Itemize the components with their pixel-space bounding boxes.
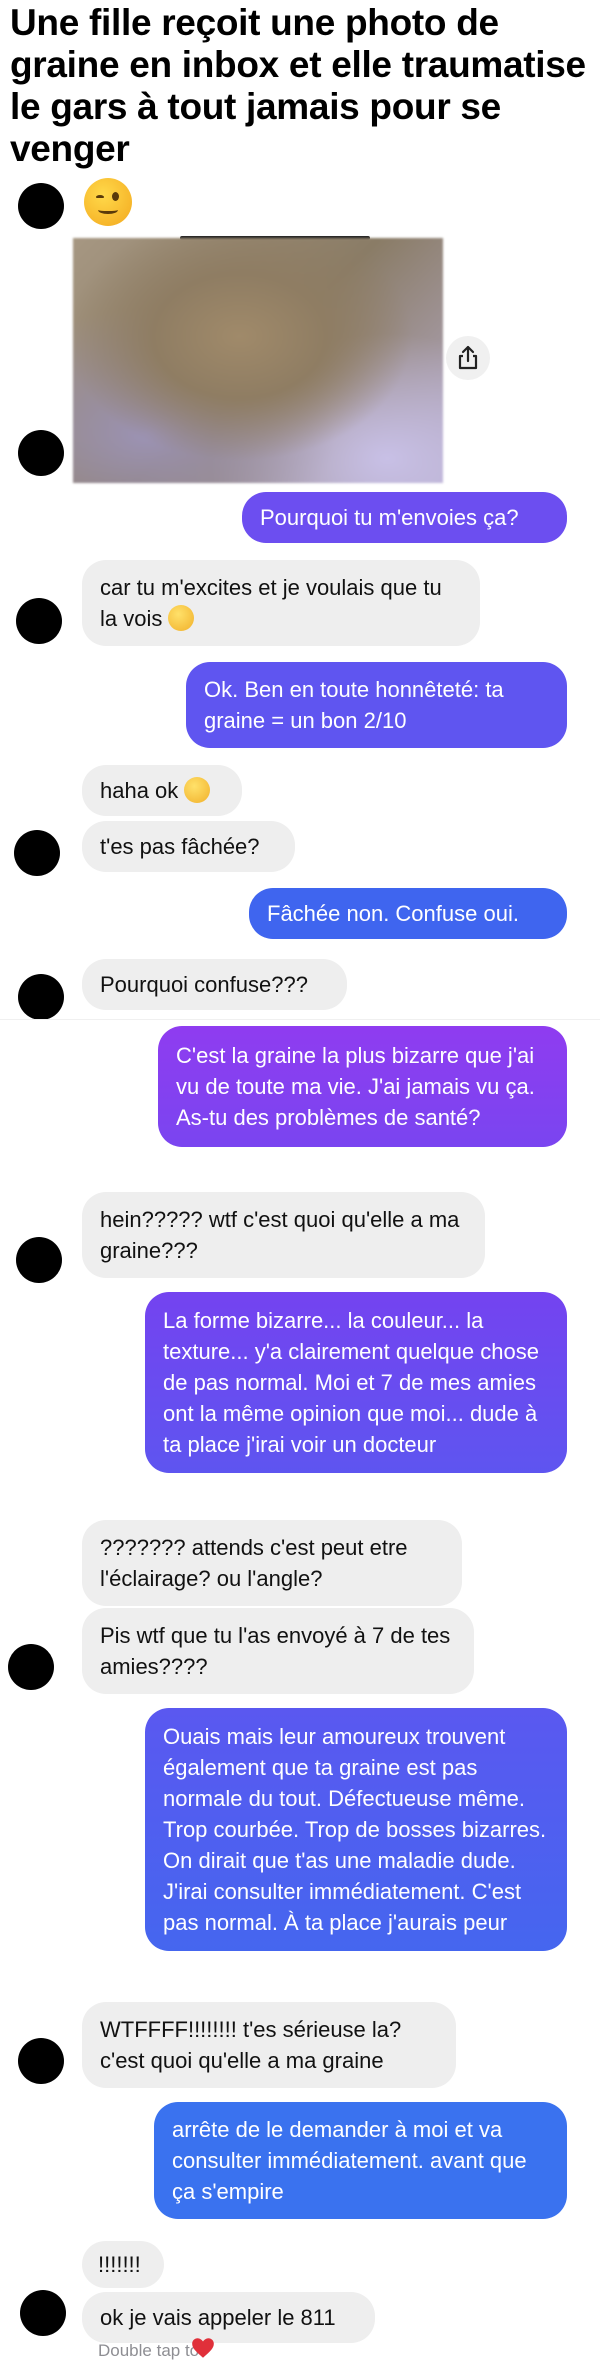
blurred-photo-message[interactable] (73, 238, 443, 483)
message-sent[interactable]: Fâchée non. Confuse oui. (249, 888, 567, 939)
contact-avatar[interactable] (18, 430, 64, 476)
message-text: WTFFFF!!!!!!!! t'es sérieuse la? c'est q… (100, 2017, 402, 2073)
message-text: C'est la graine la plus bizarre que j'ai… (176, 1043, 535, 1130)
contact-avatar[interactable] (18, 183, 64, 229)
message-text: car tu m'excites et je voulais que tu la… (100, 575, 442, 631)
message-text: Pourquoi tu m'envoies ça? (260, 505, 519, 530)
contact-avatar[interactable] (16, 598, 62, 644)
divider (0, 1019, 600, 1020)
message-received[interactable]: ??????? attends c'est peut etre l'éclair… (82, 1520, 462, 1606)
contact-avatar[interactable] (14, 830, 60, 876)
message-text: Pourquoi confuse??? (100, 972, 308, 997)
message-sent[interactable]: Pourquoi tu m'envoies ça? (242, 492, 567, 543)
post-headline: Une fille reçoit une photo de graine en … (10, 2, 586, 169)
message-received[interactable]: Pourquoi confuse??? (82, 959, 347, 1010)
message-received[interactable]: t'es pas fâchée? (82, 821, 295, 872)
share-icon (458, 345, 478, 370)
message-sent[interactable]: Ok. Ben en toute honnêteté: ta graine = … (186, 662, 567, 748)
message-text: hein????? wtf c'est quoi qu'elle a ma gr… (100, 1207, 460, 1263)
contact-avatar[interactable] (16, 1237, 62, 1283)
message-text: !!!!!!! (98, 2252, 141, 2277)
message-text: Ok. Ben en toute honnêteté: ta graine = … (204, 677, 504, 733)
winking-face-emoji (84, 178, 132, 226)
message-text: haha ok (100, 778, 179, 803)
message-text: La forme bizarre... la couleur... la tex… (163, 1308, 539, 1457)
message-received[interactable]: car tu m'excites et je voulais que tu la… (82, 560, 480, 646)
message-text: Pis wtf que tu l'as envoyé à 7 de tes am… (100, 1623, 451, 1679)
contact-avatar[interactable] (20, 2290, 66, 2336)
contact-avatar[interactable] (18, 2038, 64, 2084)
message-text: ok je vais appeler le 811 (100, 2305, 336, 2330)
message-sent[interactable]: Ouais mais leur amoureux trouvent égalem… (145, 1708, 567, 1951)
message-received[interactable]: Pis wtf que tu l'as envoyé à 7 de tes am… (82, 1608, 474, 1694)
contact-avatar[interactable] (18, 974, 64, 1020)
smiling-face-emoji (168, 605, 195, 631)
message-text: ??????? attends c'est peut etre l'éclair… (100, 1535, 408, 1591)
message-text: Fâchée non. Confuse oui. (267, 901, 519, 926)
message-received[interactable]: !!!!!!! (82, 2241, 164, 2288)
message-received[interactable]: WTFFFF!!!!!!!! t'es sérieuse la? c'est q… (82, 2002, 456, 2088)
message-received[interactable]: haha ok (82, 765, 242, 816)
message-text: arrête de le demander à moi et va consul… (172, 2117, 527, 2204)
message-text: t'es pas fâchée? (100, 834, 260, 859)
message-received[interactable]: hein????? wtf c'est quoi qu'elle a ma gr… (82, 1192, 485, 1278)
message-sent[interactable]: C'est la graine la plus bizarre que j'ai… (158, 1026, 567, 1147)
message-text: Ouais mais leur amoureux trouvent égalem… (163, 1724, 547, 1935)
double-tap-hint: Double tap to (98, 2341, 200, 2360)
message-sent[interactable]: La forme bizarre... la couleur... la tex… (145, 1292, 567, 1473)
heart-emoji[interactable] (190, 2335, 216, 2361)
contact-avatar[interactable] (8, 1644, 54, 1690)
share-button[interactable] (446, 336, 490, 380)
grinning-sweat-emoji (184, 777, 211, 803)
message-received[interactable]: ok je vais appeler le 811 (82, 2292, 375, 2343)
message-sent[interactable]: arrête de le demander à moi et va consul… (154, 2102, 567, 2219)
